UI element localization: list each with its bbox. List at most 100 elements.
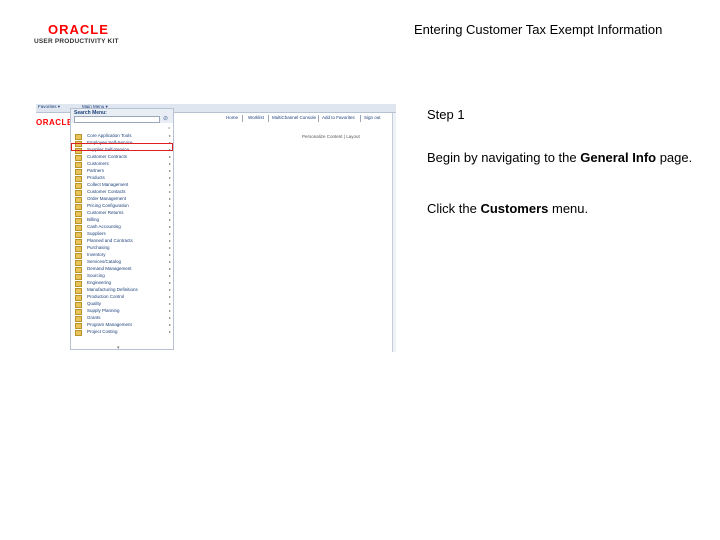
- submenu-arrow-icon: ▸: [169, 280, 172, 285]
- menu-item-label: Demand Management: [87, 266, 132, 271]
- customers-highlight-box: [71, 143, 173, 151]
- menu-item[interactable]: Demand Management ▸: [71, 266, 173, 273]
- submenu-arrow-icon: ▸: [169, 217, 172, 222]
- menu-item-label: Suppliers: [87, 231, 106, 236]
- submenu-arrow-icon: ▸: [169, 196, 172, 201]
- instruction-text: page.: [656, 150, 693, 165]
- instruction-click: Click the Customers menu.: [427, 200, 697, 217]
- menu-item-label: Sourcing: [87, 273, 105, 278]
- menu-item-label: Services/Catalog: [87, 259, 122, 264]
- submenu-arrow-icon: ▸: [169, 308, 172, 313]
- submenu-arrow-icon: ▸: [169, 322, 172, 327]
- search-menu-input[interactable]: [74, 116, 160, 123]
- menu-item-label: Quality: [87, 301, 102, 306]
- logo-product: USER PRODUCTIVITY KIT: [34, 38, 119, 45]
- menu-item[interactable]: Production Control ▸: [71, 294, 173, 301]
- menu-item[interactable]: Project Costing ▸: [71, 329, 173, 336]
- submenu-arrow-icon: ▸: [169, 287, 172, 292]
- search-go-icon[interactable]: ⊘: [163, 115, 168, 122]
- menu-item[interactable]: Customer Returns ▸: [71, 210, 173, 217]
- submenu-arrow-icon: ▸: [169, 231, 172, 236]
- menu-item-label: Collect Management: [87, 182, 129, 187]
- submenu-arrow-icon: ▸: [169, 189, 172, 194]
- menu-item[interactable]: Order Management ▸: [71, 196, 173, 203]
- submenu-arrow-icon: ▸: [169, 203, 172, 208]
- nav-divider: [242, 115, 243, 122]
- submenu-arrow-icon: ▸: [169, 182, 172, 187]
- worklist-link[interactable]: Worklist: [248, 115, 264, 120]
- instruction-navigate: Begin by navigating to the General Info …: [427, 149, 697, 166]
- menu-item[interactable]: Customers ▸: [71, 161, 173, 168]
- oracle-upk-logo: ORACLE USER PRODUCTIVITY KIT: [34, 22, 124, 48]
- scroll-down-icon[interactable]: ▾: [117, 345, 120, 351]
- oracle-header-logo: ORACLE: [36, 118, 73, 127]
- submenu-arrow-icon: ▸: [169, 252, 172, 257]
- menu-item-label: Inventory: [87, 252, 106, 257]
- menu-item[interactable]: Products ▸: [71, 175, 173, 182]
- submenu-arrow-icon: ▸: [169, 161, 172, 166]
- instruction-emphasis: General Info: [580, 150, 657, 165]
- menu-item[interactable]: Planned and Contracts ▸: [71, 238, 173, 245]
- menu-item-label: Planned and Contracts: [87, 238, 133, 243]
- menu-item-label: Manufacturing Definitions: [87, 287, 138, 292]
- multichannel-console-link[interactable]: MultiChannel Console: [272, 115, 316, 120]
- menu-item-label: Products: [87, 175, 105, 180]
- header-nav-links: Home Worklist MultiChannel Console Add t…: [214, 113, 394, 122]
- submenu-arrow-icon: ▸: [169, 133, 172, 138]
- menu-item-label: Customer Contracts: [87, 154, 128, 159]
- menu-item[interactable]: Manufacturing Definitions ▸: [71, 287, 173, 294]
- menu-item[interactable]: Quality ▸: [71, 301, 173, 308]
- instruction-text: Click the: [427, 201, 481, 216]
- nav-divider: [318, 115, 319, 122]
- menu-item[interactable]: Collect Management ▸: [71, 182, 173, 189]
- application-screenshot: Favorites ▾ Main Menu ▾ Home Worklist Mu…: [36, 104, 396, 352]
- menu-item[interactable]: Core Application Tools ▸: [71, 133, 173, 140]
- menu-item-label: Order Management: [87, 196, 127, 201]
- menu-item-label: Engineering: [87, 280, 112, 285]
- menu-item-label: Program Management: [87, 322, 132, 327]
- submenu-arrow-icon: ▸: [169, 259, 172, 264]
- menu-item[interactable]: Grants ▸: [71, 315, 173, 322]
- menu-item-label: Partners: [87, 168, 105, 173]
- menu-item[interactable]: Supply Planning ▸: [71, 308, 173, 315]
- menu-item[interactable]: Pricing Configuration ▸: [71, 203, 173, 210]
- page-scrollbar[interactable]: [392, 113, 396, 352]
- menu-item-label: Billing: [87, 217, 100, 222]
- submenu-arrow-icon: ▸: [169, 315, 172, 320]
- personalize-content-link[interactable]: Personalize Content | Layout: [302, 134, 360, 139]
- menu-item[interactable]: Engineering ▸: [71, 280, 173, 287]
- menu-item-label: Core Application Tools: [87, 133, 132, 138]
- menu-item[interactable]: Billing ▸: [71, 217, 173, 224]
- menu-item-label: Pricing Configuration: [87, 203, 129, 208]
- menu-item[interactable]: Customer Contacts ▸: [71, 189, 173, 196]
- instruction-emphasis: Customers: [480, 201, 549, 216]
- submenu-arrow-icon: ▸: [169, 175, 172, 180]
- nav-divider: [360, 115, 361, 122]
- submenu-arrow-icon: ▸: [169, 273, 172, 278]
- menu-item[interactable]: Customer Contracts ▸: [71, 154, 173, 161]
- submenu-arrow-icon: ▸: [169, 294, 172, 299]
- menu-item[interactable]: Cash Accounting ▸: [71, 224, 173, 231]
- submenu-arrow-icon: ▸: [169, 210, 172, 215]
- menu-item[interactable]: Inventory ▸: [71, 252, 173, 259]
- menu-item-label: Production Control: [87, 294, 125, 299]
- instruction-text: menu.: [548, 201, 589, 216]
- logo-brand: ORACLE: [48, 22, 109, 37]
- menu-item-label: Supply Planning: [87, 308, 120, 313]
- home-link[interactable]: Home: [226, 115, 238, 120]
- submenu-arrow-icon: ▸: [169, 329, 172, 334]
- sign-out-link[interactable]: Sign out: [364, 115, 381, 120]
- menu-item[interactable]: Services/Catalog ▸: [71, 259, 173, 266]
- menu-item[interactable]: Program Management ▸: [71, 322, 173, 329]
- menu-item[interactable]: Partners ▸: [71, 168, 173, 175]
- add-to-favorites-link[interactable]: Add to Favorites: [322, 115, 355, 120]
- menu-item[interactable]: Purchasing ▸: [71, 245, 173, 252]
- favorites-menu[interactable]: Favorites ▾: [38, 104, 60, 110]
- menu-item-label: Customer Returns: [87, 210, 124, 215]
- menu-item[interactable]: Sourcing ▸: [71, 273, 173, 280]
- menu-item[interactable]: Suppliers ▸: [71, 231, 173, 238]
- submenu-arrow-icon: ▸: [169, 266, 172, 271]
- step-number: Step 1: [427, 107, 465, 122]
- submenu-arrow-icon: ▸: [169, 168, 172, 173]
- submenu-arrow-icon: ▸: [169, 224, 172, 229]
